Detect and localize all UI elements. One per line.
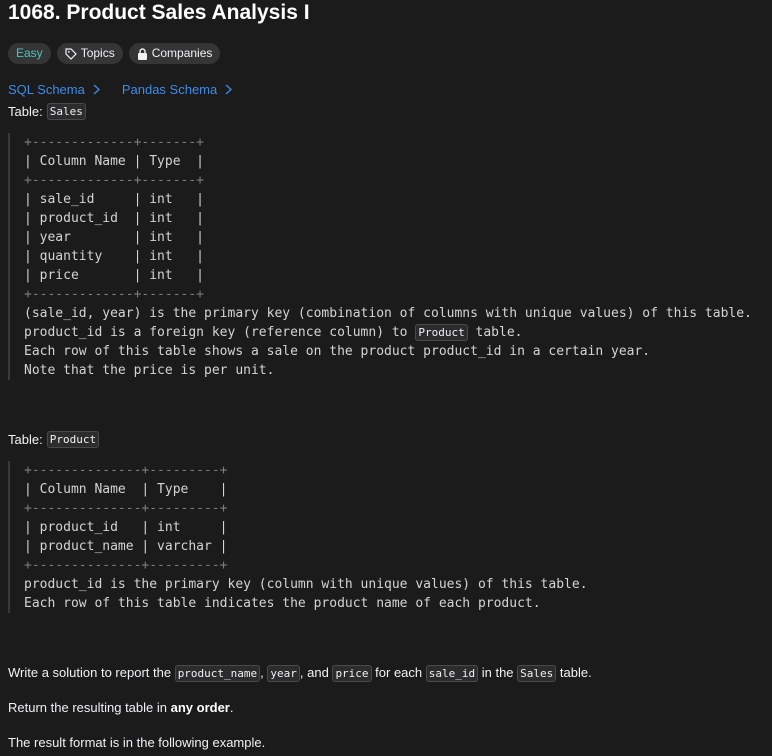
inline-code: year bbox=[267, 665, 300, 682]
problem-description: 1068. Product Sales Analysis I Easy Topi… bbox=[0, 0, 772, 756]
schema-line: | Column Name | Type | bbox=[24, 482, 228, 497]
instruction-text: for each bbox=[371, 665, 426, 680]
inline-code: sale_id bbox=[425, 665, 479, 682]
schema-line: +-------------+-------+ bbox=[24, 173, 205, 188]
topics-tag[interactable]: Topics bbox=[56, 43, 123, 64]
product-table-label: Table: Product bbox=[8, 431, 100, 448]
schema-note: product_id is the primary key (column wi… bbox=[24, 577, 588, 592]
schema-line: | product_id | int | bbox=[24, 211, 205, 226]
schema-note: Each row of this table shows a sale on t… bbox=[24, 344, 651, 359]
note-text: table. bbox=[467, 325, 523, 340]
tag-icon bbox=[65, 47, 77, 60]
table-label-text: Table: bbox=[8, 432, 43, 447]
table-label-text: Table: bbox=[8, 104, 43, 119]
schema-line: | price | int | bbox=[24, 268, 205, 283]
schema-line: +--------------+---------+ bbox=[24, 463, 228, 478]
inline-code: Sales bbox=[517, 665, 557, 682]
chevron-right-icon bbox=[225, 84, 233, 95]
sales-schema-block: +-------------+-------+ | Column Name | … bbox=[8, 133, 768, 380]
instruction-paragraph-3: The result format is in the following ex… bbox=[8, 735, 266, 750]
product-schema-block: +--------------+---------+ | Column Name… bbox=[8, 461, 768, 613]
instruction-text: Return the resulting table in bbox=[8, 700, 171, 715]
pandas-schema-label: Pandas Schema bbox=[121, 82, 218, 97]
chevron-right-icon bbox=[93, 84, 100, 95]
schema-links: SQL Schema Pandas Schema bbox=[8, 82, 233, 97]
problem-title: 1068. Product Sales Analysis I bbox=[8, 1, 310, 24]
instruction-text: , and bbox=[299, 665, 333, 680]
schema-line: +--------------+---------+ bbox=[24, 558, 228, 573]
schema-note: (sale_id, year) is the primary key (comb… bbox=[24, 306, 752, 321]
schema-line: | Column Name | Type | bbox=[24, 154, 205, 169]
schema-line: | sale_id | int | bbox=[24, 192, 205, 207]
sql-schema-link[interactable]: SQL Schema bbox=[8, 82, 100, 97]
schema-note: Note that the price is per unit. bbox=[24, 363, 275, 378]
emphasis-text: any order bbox=[170, 700, 230, 715]
sales-table-label: Table: Sales bbox=[8, 103, 86, 120]
companies-label: Companies bbox=[151, 46, 213, 60]
schema-line: +-------------+-------+ bbox=[24, 135, 205, 150]
instruction-paragraph-2: Return the resulting table in any order. bbox=[8, 700, 233, 715]
topics-label: Topics bbox=[80, 46, 115, 60]
instruction-text: . bbox=[229, 700, 234, 715]
instruction-text: Write a solution to report the bbox=[8, 665, 175, 680]
sql-schema-label: SQL Schema bbox=[8, 82, 85, 97]
schema-line: +--------------+---------+ bbox=[24, 501, 228, 516]
inline-code: price bbox=[332, 665, 372, 682]
sales-table-name: Sales bbox=[46, 103, 86, 120]
schema-line: | quantity | int | bbox=[24, 249, 205, 264]
instruction-paragraph-1: Write a solution to report the product_n… bbox=[8, 665, 592, 682]
problem-tags: Easy Topics Companies bbox=[8, 43, 221, 64]
schema-line: | product_name | varchar | bbox=[24, 539, 228, 554]
schema-line: +-------------+-------+ bbox=[24, 287, 205, 302]
instruction-text: in the bbox=[478, 665, 518, 680]
schema-line: | year | int | bbox=[24, 230, 205, 245]
lock-icon bbox=[137, 47, 148, 60]
schema-note: Each row of this table indicates the pro… bbox=[24, 596, 541, 611]
instruction-text: table. bbox=[556, 665, 592, 680]
product-table-ref: Product bbox=[415, 324, 468, 341]
difficulty-badge[interactable]: Easy bbox=[8, 43, 51, 64]
companies-tag[interactable]: Companies bbox=[128, 43, 221, 64]
note-text: product_id is a foreign key (reference c… bbox=[24, 325, 416, 340]
schema-line: | product_id | int | bbox=[24, 520, 228, 535]
product-table-name: Product bbox=[46, 431, 100, 448]
schema-note: product_id is a foreign key (reference c… bbox=[24, 323, 768, 342]
inline-code: product_name bbox=[174, 665, 261, 682]
pandas-schema-link[interactable]: Pandas Schema bbox=[121, 82, 233, 97]
